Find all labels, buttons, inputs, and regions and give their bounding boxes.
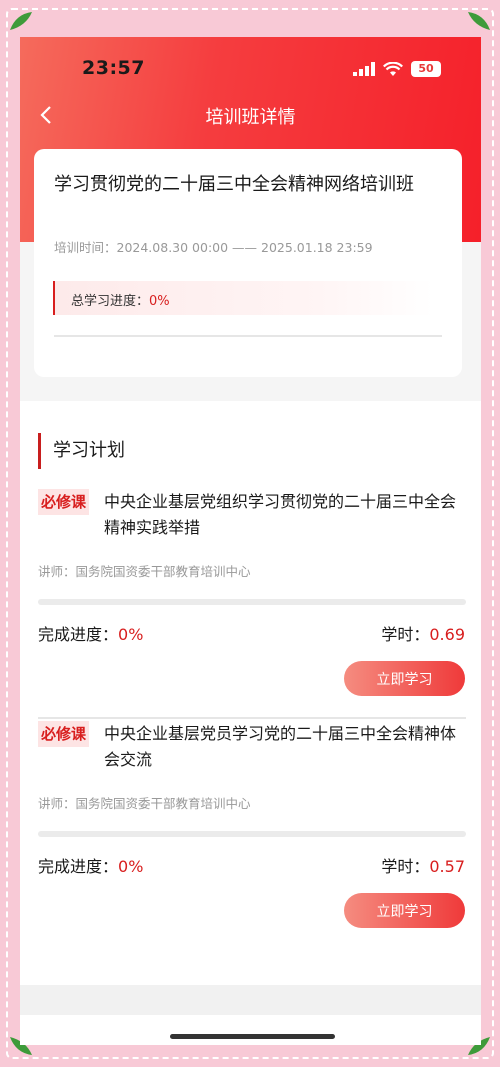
completion-value: 0%: [118, 625, 144, 644]
completion-value: 0%: [118, 857, 144, 876]
status-icons: 50: [353, 61, 441, 77]
battery-icon: 50: [411, 61, 441, 77]
home-indicator[interactable]: [170, 1034, 335, 1039]
section-heading: 学习计划: [38, 433, 125, 469]
signal-icon: [353, 62, 375, 76]
total-progress: 总学习进度：0%: [53, 281, 433, 315]
required-tag: 必修课: [38, 721, 90, 747]
list-item[interactable]: 必修课 中央企业基层党员学习党的二十届三中全会精神体会交流 讲师：国务院国资委干…: [20, 721, 481, 961]
hours-label: 学时：: [381, 625, 430, 644]
course-time: 培训时间：2024.08.30 00:00 —— 2025.01.18 23:5…: [54, 240, 373, 255]
phone-screen: 23:57 50 培训班详情 学习贯彻党的二十届三中全会精神网络培训班 培训时间…: [20, 37, 481, 1045]
study-hours: 学时：0.57: [381, 853, 465, 877]
wifi-icon: [383, 61, 403, 76]
teacher-label: 讲师：国务院国资委干部教育培训中心: [38, 796, 251, 811]
list-item[interactable]: 必修课 中央企业基层党组织学习贯彻党的二十届三中全会精神实践举措 讲师：国务院国…: [20, 489, 481, 729]
bottom-bar: [20, 1015, 481, 1045]
leaf-corner-icon: [10, 12, 32, 30]
teacher-label: 讲师：国务院国资委干部教育培训中心: [38, 564, 251, 579]
course-item-title: 中央企业基层党组织学习贯彻党的二十届三中全会精神实践举措: [104, 492, 457, 537]
completion-progress: 完成进度：0%: [38, 621, 143, 645]
total-progress-value: 0%: [149, 294, 170, 309]
study-plan-section: 学习计划 必修课 中央企业基层党组织学习贯彻党的二十届三中全会精神实践举措 讲师…: [20, 401, 481, 985]
total-progress-label: 总学习进度：: [71, 294, 150, 309]
course-info-card: 学习贯彻党的二十届三中全会精神网络培训班 培训时间：2024.08.30 00:…: [34, 149, 462, 377]
completion-label: 完成进度：: [38, 625, 119, 644]
progress-bar: [38, 831, 466, 837]
status-time: 23:57: [82, 57, 145, 79]
hours-value: 0.57: [429, 857, 465, 876]
completion-label: 完成进度：: [38, 857, 119, 876]
course-title: 学习贯彻党的二十届三中全会精神网络培训班: [54, 174, 414, 195]
hours-value: 0.69: [429, 625, 465, 644]
leaf-corner-icon: [468, 12, 490, 30]
completion-progress: 完成进度：0%: [38, 853, 143, 877]
required-tag: 必修课: [38, 489, 90, 515]
hours-label: 学时：: [381, 857, 430, 876]
study-now-button[interactable]: 立即学习: [344, 661, 465, 696]
course-item-title: 中央企业基层党员学习党的二十届三中全会精神体会交流: [104, 724, 457, 769]
bottom-spacer: [20, 985, 481, 1015]
divider: [38, 717, 466, 719]
study-hours: 学时：0.69: [381, 621, 465, 645]
status-bar: 23:57 50: [20, 37, 481, 101]
nav-bar: 培训班详情: [20, 95, 481, 135]
study-now-button[interactable]: 立即学习: [344, 893, 465, 928]
divider: [54, 335, 442, 337]
page-title: 培训班详情: [205, 107, 296, 128]
progress-bar: [38, 599, 466, 605]
